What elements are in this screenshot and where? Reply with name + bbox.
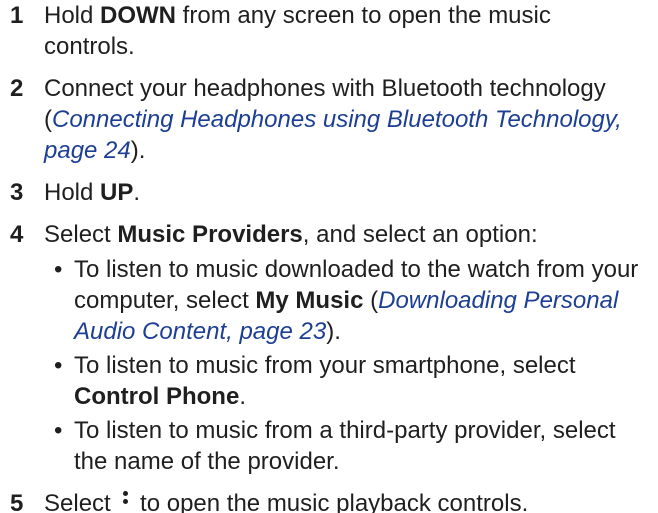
step-number: 3 xyxy=(10,179,24,206)
step-text: Select Music Providers, and select an op… xyxy=(44,221,538,248)
menu-label-music-providers: Music Providers xyxy=(117,221,303,248)
instructions-page: 1 Hold DOWN from any screen to open the … xyxy=(0,0,658,513)
step-5: 5 Select to open the music playback cont… xyxy=(10,488,644,513)
step-text: Hold UP. xyxy=(44,179,141,206)
step-number: 2 xyxy=(10,75,24,102)
step-number: 5 xyxy=(10,490,24,513)
step-text: Hold DOWN from any screen to open the mu… xyxy=(44,2,551,60)
step-number: 4 xyxy=(10,221,24,248)
bullet-icon: • xyxy=(54,417,63,444)
step-text: Select to open the music playback contro… xyxy=(44,489,529,513)
bullet-icon: • xyxy=(54,352,63,379)
menu-icon xyxy=(120,489,130,513)
step-2: 2 Connect your headphones with Bluetooth… xyxy=(10,73,644,166)
menu-label-my-music: My Music xyxy=(255,287,364,314)
option-list: • To listen to music downloaded to the w… xyxy=(44,254,644,477)
step-text: Connect your headphones with Bluetooth t… xyxy=(44,75,622,164)
step-number: 1 xyxy=(10,2,24,29)
option-item: • To listen to music from your smartphon… xyxy=(54,352,576,410)
button-label-up: UP xyxy=(100,179,134,206)
option-item: • To listen to music downloaded to the w… xyxy=(54,256,639,345)
menu-label-control-phone: Control Phone xyxy=(74,383,240,410)
step-1: 1 Hold DOWN from any screen to open the … xyxy=(10,0,644,62)
step-3: 3 Hold UP. xyxy=(10,177,644,208)
bullet-icon: • xyxy=(54,256,63,283)
step-4: 4 Select Music Providers, and select an … xyxy=(10,219,644,477)
option-item: • To listen to music from a third-party … xyxy=(54,417,616,475)
button-label-down: DOWN xyxy=(100,2,177,29)
